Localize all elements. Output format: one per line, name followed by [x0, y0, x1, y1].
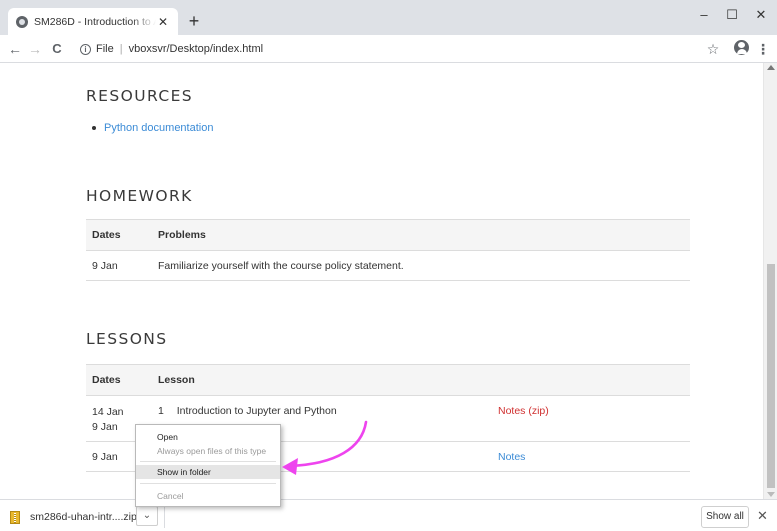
scroll-thumb[interactable]: [767, 264, 775, 488]
row-notes: Notes: [492, 441, 690, 472]
maximize-button[interactable]: ☐: [718, 4, 746, 28]
lesson-number: 1: [158, 405, 164, 417]
close-tab-icon[interactable]: ✕: [156, 15, 170, 29]
scroll-down-icon[interactable]: [767, 492, 775, 497]
scroll-up-icon[interactable]: [767, 65, 775, 70]
bookmark-star-icon[interactable]: ☆: [705, 39, 721, 59]
notes-link[interactable]: Notes: [498, 451, 525, 463]
forward-button[interactable]: →: [26, 39, 44, 59]
column-header-problems: Problems: [152, 219, 690, 251]
zip-file-icon: [10, 510, 20, 524]
row-notes: Notes (zip): [492, 395, 690, 442]
bullet-icon: [92, 126, 96, 131]
account-icon[interactable]: [734, 40, 749, 55]
menu-item-cancel[interactable]: Cancel: [136, 489, 280, 503]
download-filename[interactable]: sm286d-uhan-intr....zip: [30, 511, 137, 523]
back-button[interactable]: ←: [6, 39, 24, 59]
download-options-button[interactable]: ⌄: [136, 506, 158, 526]
address-path: vboxsvr/Desktop/index.html: [128, 43, 264, 55]
close-window-button[interactable]: ✕: [747, 4, 775, 28]
annotation-arrow-icon: [282, 420, 368, 475]
tab-title: SM286D - Introduction to Applie: [34, 15, 156, 28]
divider: [164, 504, 165, 528]
page-content: RESOURCES Python documentation HOMEWORK …: [0, 63, 763, 499]
menu-dots-icon[interactable]: ⋮: [756, 39, 770, 59]
resource-link-python-docs[interactable]: Python documentation: [92, 122, 213, 134]
menu-separator: [140, 461, 276, 462]
download-bar: sm286d-uhan-intr....zip ⌄ Show all ✕: [0, 499, 777, 531]
column-header-dates: Dates: [86, 219, 152, 251]
address-separator: |: [119, 43, 123, 55]
lessons-heading: LESSONS: [86, 330, 168, 348]
table-row: 9 Jan Familiarize yourself with the cour…: [86, 250, 690, 281]
browser-tab[interactable]: SM286D - Introduction to Applie ✕: [8, 8, 178, 35]
download-item[interactable]: sm286d-uhan-intr....zip: [10, 506, 137, 528]
menu-item-show-in-folder[interactable]: Show in folder: [136, 465, 280, 479]
tab-strip: SM286D - Introduction to Applie ✕ + – ☐ …: [0, 0, 777, 35]
minimize-button[interactable]: –: [690, 4, 718, 28]
new-tab-button[interactable]: +: [184, 12, 204, 32]
menu-separator: [140, 483, 276, 484]
homework-table: Dates Problems 9 Jan Familiarize yoursel…: [86, 219, 690, 281]
close-download-bar-icon[interactable]: ✕: [757, 509, 768, 523]
table-header-row: Dates Lesson: [86, 364, 690, 396]
row-date: 14 Jan: [92, 406, 124, 418]
download-context-menu: Open Always open files of this type Show…: [135, 424, 281, 507]
column-header-lesson: Lesson: [152, 364, 690, 396]
resources-heading: RESOURCES: [86, 87, 194, 105]
browser-toolbar: ← → C i File | vboxsvr/Desktop/index.htm…: [0, 35, 777, 63]
reload-button[interactable]: C: [48, 39, 66, 59]
column-header-dates: Dates: [86, 364, 152, 396]
info-icon[interactable]: i: [80, 43, 91, 55]
menu-item-always-open[interactable]: Always open files of this type: [136, 444, 280, 458]
address-bar[interactable]: i File | vboxsvr/Desktop/index.html: [80, 40, 680, 58]
menu-item-open[interactable]: Open: [136, 430, 280, 444]
vertical-scrollbar[interactable]: [763, 63, 777, 499]
homework-heading: HOMEWORK: [86, 187, 193, 205]
notes-zip-link[interactable]: Notes (zip): [498, 405, 549, 417]
row-date: 9 Jan: [86, 250, 152, 281]
show-all-button[interactable]: Show all: [701, 506, 749, 528]
globe-icon: [16, 15, 28, 28]
lesson-title: Introduction to Jupyter and Python: [176, 405, 337, 417]
table-header-row: Dates Problems: [86, 219, 690, 251]
address-scheme: File: [96, 43, 114, 55]
row-problem: Familiarize yourself with the course pol…: [152, 250, 690, 281]
resource-link-label[interactable]: Python documentation: [104, 122, 213, 134]
